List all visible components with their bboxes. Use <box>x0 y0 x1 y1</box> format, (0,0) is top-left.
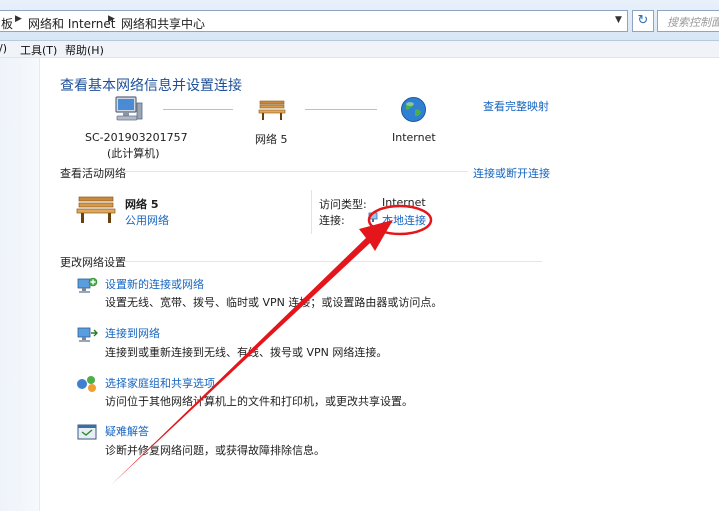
map-connector-line <box>305 109 377 110</box>
globe-icon <box>401 97 426 122</box>
task-desc-troubleshoot: 诊断并修复网络问题，或获得故障排除信息。 <box>105 444 325 457</box>
section-divider <box>122 261 542 262</box>
computer-name: SC-201903201757 <box>85 131 188 144</box>
local-connection-icon <box>368 212 378 222</box>
task-desc-homegroup: 访问位于其他网络计算机上的文件和打印机，或更改共享设置。 <box>105 395 413 408</box>
navigation-pane <box>0 58 40 511</box>
connect-network-icon <box>77 327 98 342</box>
network-type-link[interactable]: 公用网络 <box>125 212 169 228</box>
map-connector-line <box>163 109 233 110</box>
active-network-name: 网络 5 <box>125 198 159 211</box>
task-title-setup-connection[interactable]: 设置新的连接或网络 <box>105 276 204 292</box>
address-bar-area: 板 ▶ 网络和 Internet ▶ 网络和共享中心 ▼ ↻ 搜索控制面板 <box>0 0 719 41</box>
task-title-troubleshoot[interactable]: 疑难解答 <box>105 423 149 439</box>
menu-view[interactable]: /) <box>0 42 7 55</box>
breadcrumb-separator-icon[interactable]: ▶ <box>108 14 115 24</box>
active-networks-heading: 查看活动网络 <box>60 167 126 180</box>
task-desc-connect-network: 连接到或重新连接到无线、有线、拨号或 VPN 网络连接。 <box>105 346 388 359</box>
bench-network-icon <box>76 196 116 223</box>
task-title-connect-network[interactable]: 连接到网络 <box>105 325 160 341</box>
internet-label: Internet <box>392 131 436 144</box>
homegroup-icon <box>77 376 96 392</box>
breadcrumb-item-control-panel[interactable]: 板 <box>1 15 13 32</box>
search-input[interactable]: 搜索控制面板 <box>657 10 719 32</box>
page-title: 查看基本网络信息并设置连接 <box>60 78 242 94</box>
network-setup-icon <box>77 277 98 293</box>
access-type-value: Internet <box>382 196 426 209</box>
access-type-label: 访问类型: <box>319 198 367 211</box>
address-dropdown-icon[interactable]: ▼ <box>615 15 622 25</box>
change-settings-heading: 更改网络设置 <box>60 256 126 269</box>
breadcrumb-separator-icon[interactable]: ▶ <box>15 14 22 24</box>
refresh-button[interactable]: ↻ <box>632 10 654 32</box>
view-full-map-link[interactable]: 查看完整映射 <box>483 98 549 114</box>
computer-icon <box>115 96 143 121</box>
task-desc-setup-connection: 设置无线、宽带、拨号、临时或 VPN 连接；或设置路由器或访问点。 <box>105 296 443 309</box>
section-divider <box>122 171 468 172</box>
menu-tools[interactable]: 工具(T) <box>20 42 57 58</box>
task-title-homegroup[interactable]: 选择家庭组和共享选项 <box>105 375 215 391</box>
bench-network-icon <box>258 100 286 120</box>
local-connection-link[interactable]: 本地连接 <box>382 212 426 228</box>
computer-sub-label: (此计算机) <box>107 147 160 160</box>
network-name-map: 网络 5 <box>255 133 288 146</box>
menu-bar: /) 工具(T) 帮助(H) <box>0 41 719 58</box>
vertical-divider <box>311 190 312 234</box>
connect-disconnect-link[interactable]: 连接或断开连接 <box>473 165 550 181</box>
troubleshoot-icon <box>77 424 97 440</box>
refresh-icon: ↻ <box>637 13 649 28</box>
menu-help[interactable]: 帮助(H) <box>65 42 104 58</box>
breadcrumb-item-network-sharing-center[interactable]: 网络和共享中心 <box>121 15 205 32</box>
connections-label: 连接: <box>319 214 345 227</box>
breadcrumb[interactable]: 板 ▶ 网络和 Internet ▶ 网络和共享中心 ▼ <box>0 10 628 32</box>
breadcrumb-item-network-internet[interactable]: 网络和 Internet <box>28 15 115 32</box>
